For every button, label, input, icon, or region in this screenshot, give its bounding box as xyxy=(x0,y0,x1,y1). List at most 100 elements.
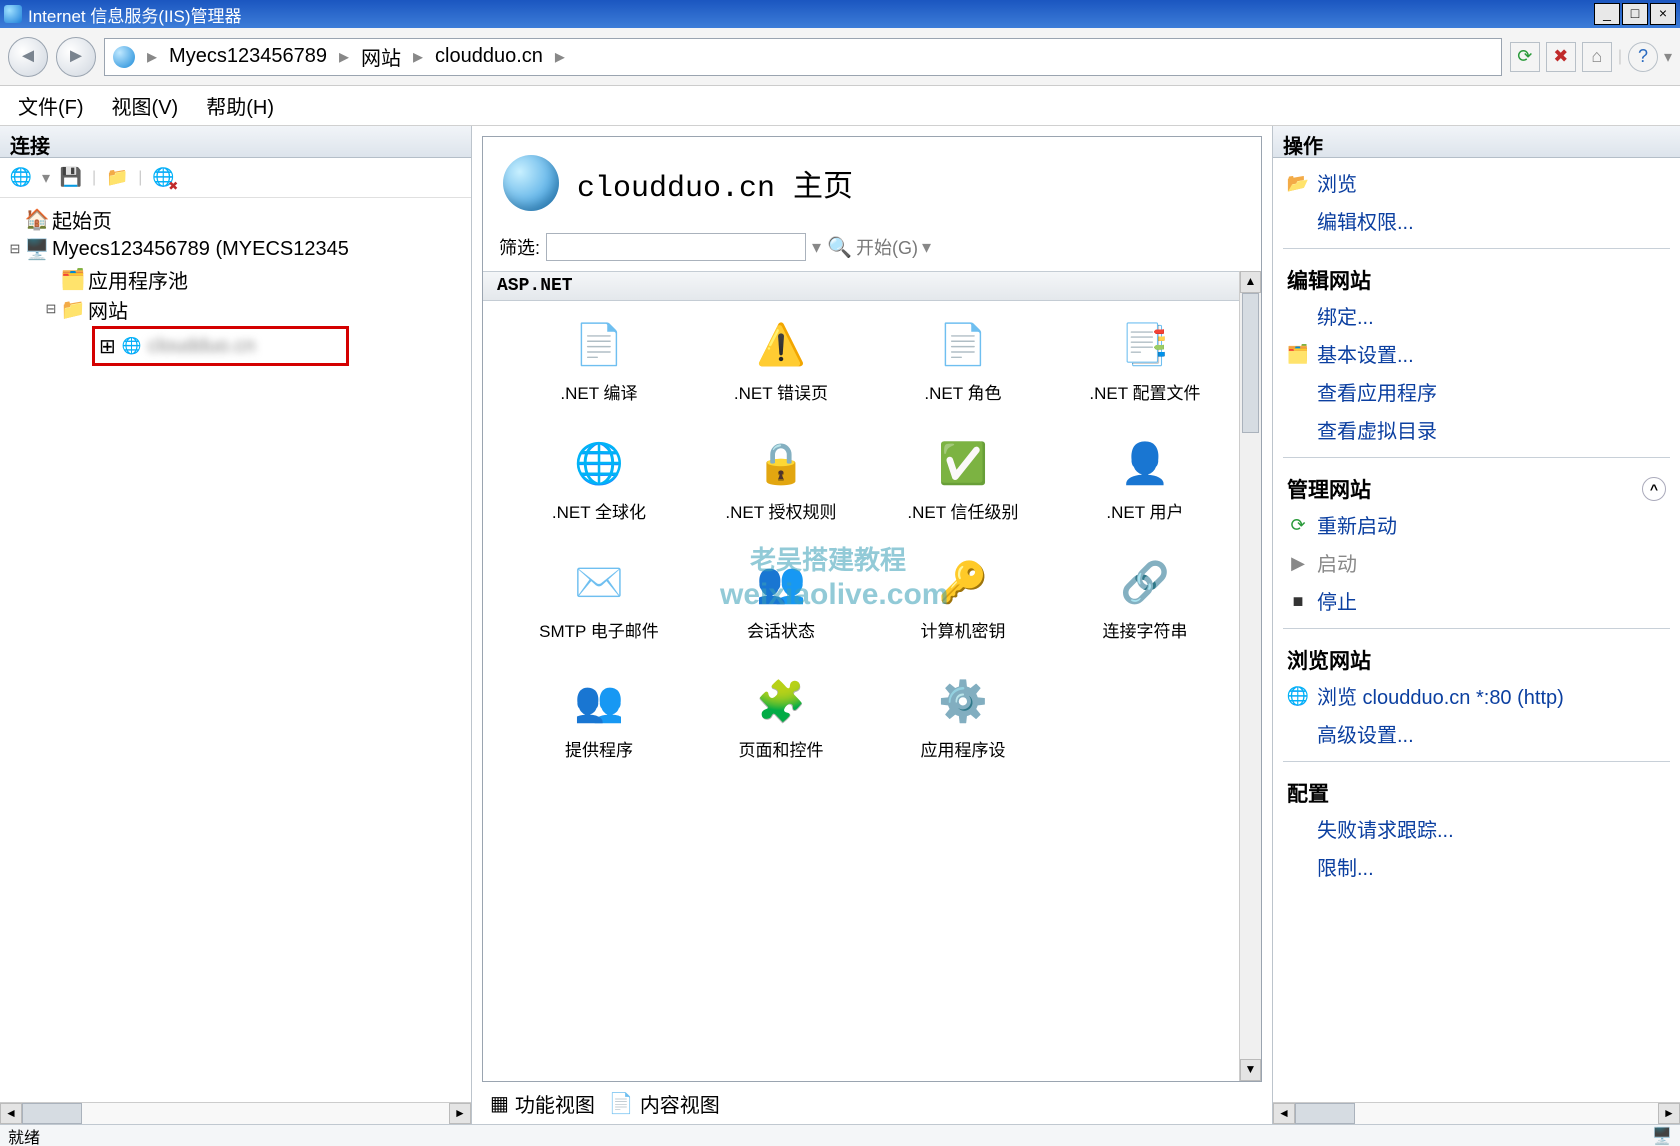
action-explore[interactable]: 📂浏览 xyxy=(1283,166,1670,204)
scroll-down-icon[interactable]: ▼ xyxy=(1240,1059,1261,1081)
collapse-icon[interactable]: ⊟ xyxy=(8,241,22,257)
action-advanced-settings[interactable]: 高级设置... xyxy=(1283,717,1670,755)
tree-start-page[interactable]: 🏠 起始页 xyxy=(4,204,467,234)
feature-label: .NET 用户 xyxy=(1106,498,1183,523)
feature-icon: 🌐 xyxy=(570,434,628,492)
scroll-up-icon[interactable]: ▲ xyxy=(1240,271,1261,293)
feature-item[interactable]: ✉️SMTP 电子邮件 xyxy=(513,553,685,642)
scroll-left-icon[interactable]: ◄ xyxy=(1273,1103,1295,1124)
feature-item[interactable]: 👥会话状态 xyxy=(695,553,867,642)
feature-item[interactable]: ⚠️.NET 错误页 xyxy=(695,315,867,404)
add-folder-icon[interactable]: 📁 xyxy=(104,165,130,191)
heading-config: 配置 xyxy=(1283,768,1670,812)
connections-tree[interactable]: 🏠 起始页 ⊟ 🖥️ Myecs123456789 (MYECS12345 🗂️… xyxy=(0,198,471,1102)
breadcrumb-sep: ▸ xyxy=(147,44,157,69)
tree-label: Myecs123456789 (MYECS12345 xyxy=(52,238,349,261)
actions-hscrollbar[interactable]: ◄ ► xyxy=(1273,1102,1680,1124)
feature-label: .NET 错误页 xyxy=(734,379,828,404)
feature-item[interactable]: 🧩页面和控件 xyxy=(695,672,867,761)
menu-bar: 文件(F) 视图(V) 帮助(H) xyxy=(0,86,1680,126)
nav-forward-button[interactable]: ► xyxy=(56,37,96,77)
collapse-toggle[interactable]: ^ xyxy=(1642,477,1666,501)
save-icon[interactable]: 💾 xyxy=(58,165,84,191)
actions-header: 操作 xyxy=(1273,126,1680,158)
connections-toolbar: 🌐▾ 💾 | 📁 | 🌐✖ xyxy=(0,158,471,198)
remove-icon[interactable]: 🌐✖ xyxy=(150,165,176,191)
feature-label: .NET 编译 xyxy=(560,379,637,404)
breadcrumb-bar[interactable]: ▸ Myecs123456789 ▸ 网站 ▸ cloudduo.cn ▸ xyxy=(104,38,1502,76)
feature-item[interactable]: ⚙️应用程序设 xyxy=(877,672,1049,761)
globe-icon: 🌐 xyxy=(122,336,142,356)
app-pool-icon: 🗂️ xyxy=(62,268,84,290)
browse-icon: 🌐 xyxy=(1287,685,1309,707)
address-bar-row: ◄ ► ▸ Myecs123456789 ▸ 网站 ▸ cloudduo.cn … xyxy=(0,28,1680,86)
action-restart[interactable]: ⟳重新启动 xyxy=(1283,508,1670,546)
tree-server[interactable]: ⊟ 🖥️ Myecs123456789 (MYECS12345 xyxy=(4,234,467,264)
feature-item[interactable]: 📄.NET 角色 xyxy=(877,315,1049,404)
tree-app-pools[interactable]: 🗂️ 应用程序池 xyxy=(4,264,467,294)
go-label[interactable]: 开始(G) xyxy=(856,234,918,260)
home-button[interactable]: ⌂ xyxy=(1582,42,1612,72)
scroll-thumb[interactable] xyxy=(22,1103,82,1124)
server-icon: 🖥️ xyxy=(26,238,48,260)
feature-item[interactable]: 📑.NET 配置文件 xyxy=(1059,315,1231,404)
action-limits[interactable]: 限制... xyxy=(1283,850,1670,888)
feature-item[interactable]: 📄.NET 编译 xyxy=(513,315,685,404)
scroll-thumb[interactable] xyxy=(1242,293,1259,433)
minimize-button[interactable]: _ xyxy=(1594,3,1620,25)
stop-nav-button[interactable]: ✖ xyxy=(1546,42,1576,72)
status-text: 就绪 xyxy=(8,1124,40,1146)
action-basic-settings[interactable]: 🗂️基本设置... xyxy=(1283,337,1670,375)
maximize-button[interactable]: □ xyxy=(1622,3,1648,25)
tree-label: 应用程序池 xyxy=(88,265,188,294)
features-view-tab[interactable]: ▦ 功能视图 xyxy=(490,1089,595,1118)
action-bindings[interactable]: 绑定... xyxy=(1283,299,1670,337)
feature-icon: 📑 xyxy=(1116,315,1174,373)
action-view-vdirs[interactable]: 查看虚拟目录 xyxy=(1283,413,1670,451)
feature-item[interactable]: 👤.NET 用户 xyxy=(1059,434,1231,523)
action-view-apps[interactable]: 查看应用程序 xyxy=(1283,375,1670,413)
scroll-right-icon[interactable]: ► xyxy=(449,1103,471,1124)
scroll-thumb[interactable] xyxy=(1295,1103,1355,1124)
heading-browse-site: 浏览网站 xyxy=(1283,635,1670,679)
expand-icon[interactable]: ⊞ xyxy=(99,334,116,359)
menu-view[interactable]: 视图(V) xyxy=(112,91,179,120)
connect-icon[interactable]: 🌐 xyxy=(8,165,34,191)
feature-label: .NET 角色 xyxy=(924,379,1001,404)
menu-file[interactable]: 文件(F) xyxy=(18,91,84,120)
filter-input[interactable] xyxy=(546,233,806,261)
breadcrumb-sites[interactable]: 网站 xyxy=(361,42,401,71)
feature-label: .NET 全球化 xyxy=(552,498,646,523)
restart-icon: ⟳ xyxy=(1287,514,1309,536)
feature-label: 页面和控件 xyxy=(739,736,824,761)
tree-label: 网站 xyxy=(88,295,128,324)
action-start[interactable]: ▶启动 xyxy=(1283,546,1670,584)
feature-item[interactable]: 🔗连接字符串 xyxy=(1059,553,1231,642)
scroll-right-icon[interactable]: ► xyxy=(1658,1103,1680,1124)
feature-item[interactable]: ✅.NET 信任级别 xyxy=(877,434,1049,523)
help-button[interactable]: ? xyxy=(1628,42,1658,72)
close-button[interactable]: × xyxy=(1650,3,1676,25)
scroll-left-icon[interactable]: ◄ xyxy=(0,1103,22,1124)
tree-selected-site[interactable]: cloudduo.cn xyxy=(148,335,256,358)
content-view-tab[interactable]: 📄 内容视图 xyxy=(609,1089,720,1118)
feature-item[interactable]: 👥提供程序 xyxy=(513,672,685,761)
feature-item[interactable]: 🌐 .NET 全球化 xyxy=(513,434,685,523)
tree-sites[interactable]: ⊟ 📁 网站 xyxy=(4,294,467,324)
menu-help[interactable]: 帮助(H) xyxy=(206,91,274,120)
action-failed-req-tracing[interactable]: 失败请求跟踪... xyxy=(1283,812,1670,850)
tab-label: 内容视图 xyxy=(640,1089,720,1118)
status-icon: 🖥️ xyxy=(1652,1126,1672,1146)
action-browse-80[interactable]: 🌐浏览 cloudduo.cn *:80 (http) xyxy=(1283,679,1670,717)
action-edit-permissions[interactable]: 编辑权限... xyxy=(1283,204,1670,242)
collapse-icon[interactable]: ⊟ xyxy=(44,301,58,317)
refresh-button[interactable]: ⟳ xyxy=(1510,42,1540,72)
content-vscrollbar[interactable]: ▲ ▼ xyxy=(1239,271,1261,1081)
connections-hscrollbar[interactable]: ◄ ► xyxy=(0,1102,471,1124)
action-stop[interactable]: ■停止 xyxy=(1283,584,1670,622)
feature-item[interactable]: 🔑计算机密钥 xyxy=(877,553,1049,642)
nav-back-button[interactable]: ◄ xyxy=(8,37,48,77)
breadcrumb-server[interactable]: Myecs123456789 xyxy=(169,45,327,68)
breadcrumb-site[interactable]: cloudduo.cn xyxy=(435,45,543,68)
feature-item[interactable]: 🔒.NET 授权规则 xyxy=(695,434,867,523)
